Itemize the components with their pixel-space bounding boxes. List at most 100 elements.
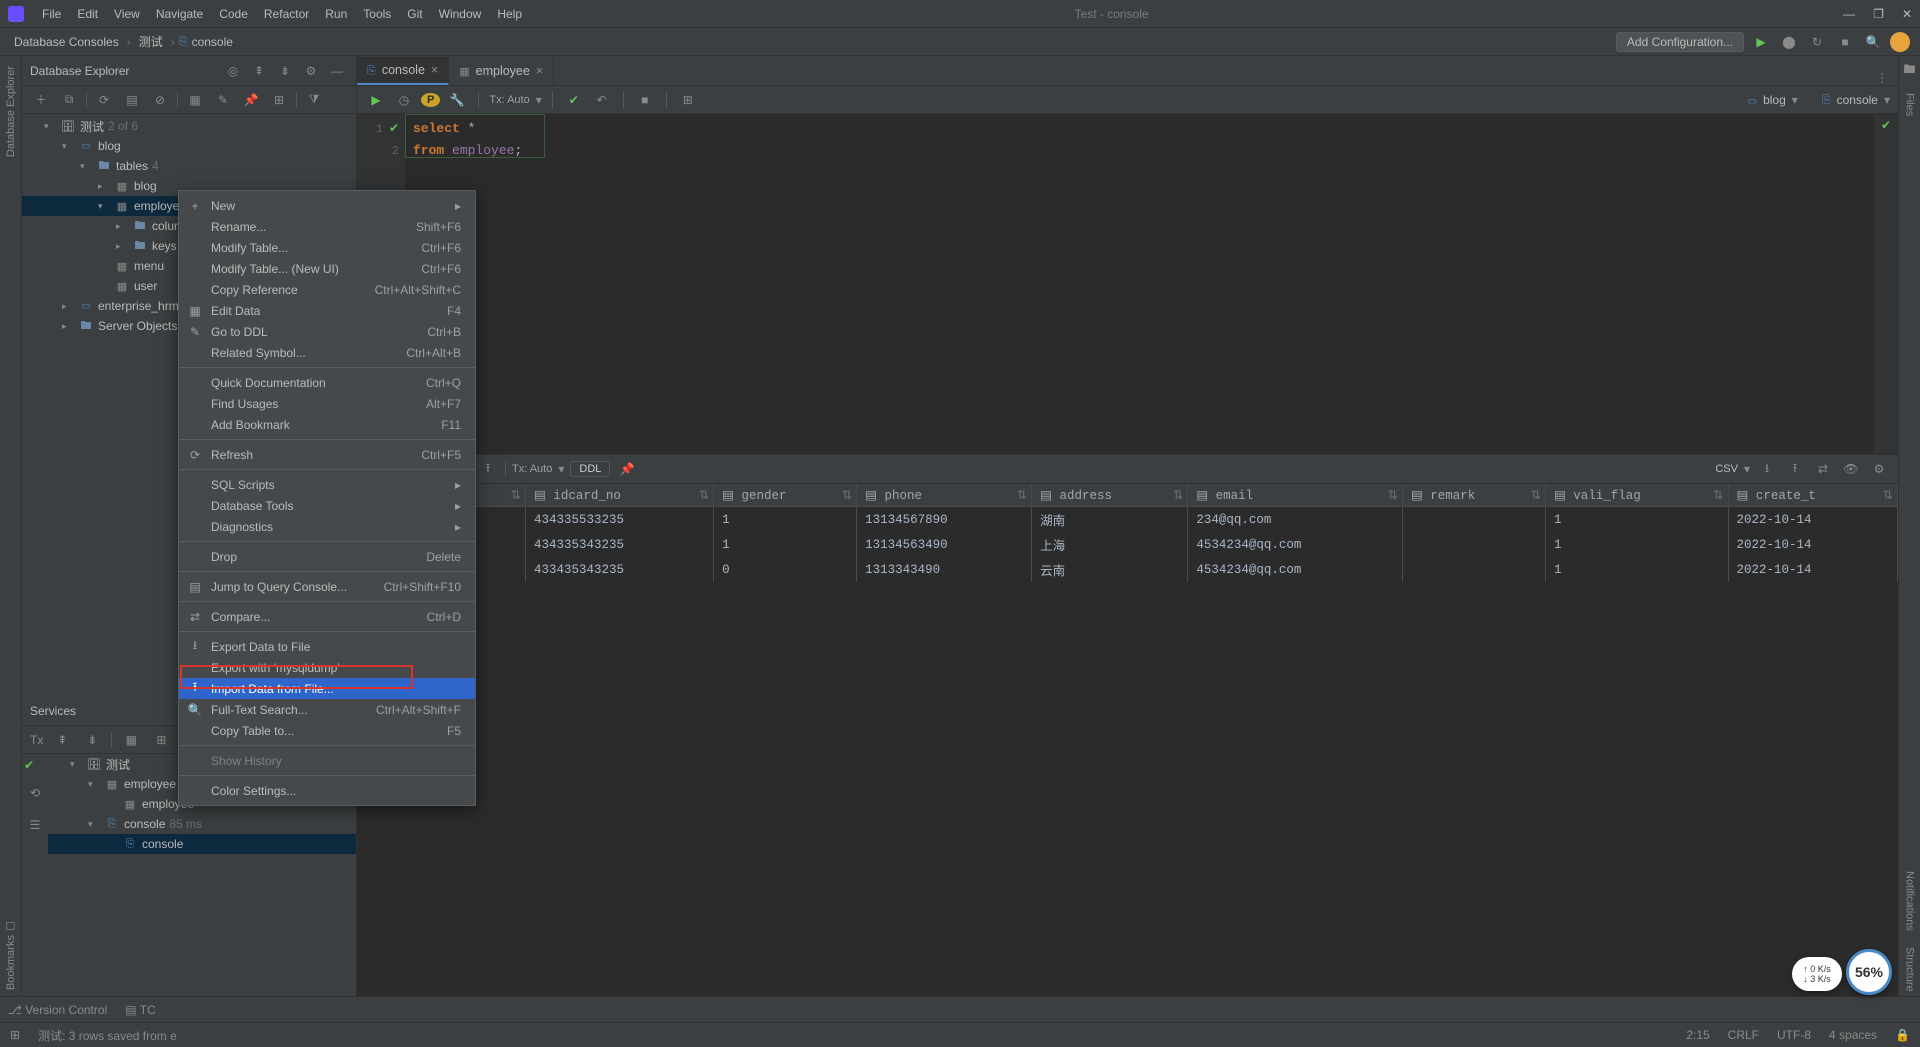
menu-code[interactable]: Code bbox=[211, 7, 256, 21]
menu-navigate[interactable]: Navigate bbox=[148, 7, 211, 21]
list-icon[interactable]: ☰ bbox=[24, 814, 46, 836]
debug-icon[interactable]: ⬤ bbox=[1778, 31, 1800, 53]
filter-icon[interactable]: ⧩ bbox=[303, 89, 325, 111]
inspection-ok-icon[interactable]: ✔ bbox=[1881, 118, 1891, 132]
menu-view[interactable]: View bbox=[106, 7, 148, 21]
tree-row[interactable]: console bbox=[48, 834, 356, 854]
add-icon[interactable]: ＋ bbox=[30, 89, 52, 111]
minimize-icon[interactable]: — bbox=[326, 60, 348, 82]
window-close-icon[interactable]: ✕ bbox=[1902, 7, 1912, 21]
menu-item[interactable]: Related Symbol...Ctrl+Alt+B bbox=[179, 342, 475, 363]
menu-item[interactable]: DropDelete bbox=[179, 546, 475, 567]
table-icon[interactable]: ▦ bbox=[184, 89, 206, 111]
menu-item[interactable]: +New▸ bbox=[179, 195, 475, 216]
code-editor[interactable]: 1✔ 2 select * from employee; ✔ bbox=[357, 114, 1898, 454]
expand-icon[interactable]: ⇞ bbox=[248, 60, 270, 82]
pin-icon[interactable]: 📌 bbox=[240, 89, 262, 111]
tab-console[interactable]: console × bbox=[357, 57, 449, 85]
stop-icon[interactable]: ■ bbox=[634, 89, 656, 111]
console-selector[interactable]: console bbox=[1837, 93, 1878, 107]
export-format[interactable]: CSV bbox=[1715, 463, 1738, 475]
tab-overflow-icon[interactable]: ⋮ bbox=[1866, 71, 1898, 85]
dropdown-icon[interactable]: ▾ bbox=[536, 93, 542, 107]
menu-item[interactable]: ▤Jump to Query Console...Ctrl+Shift+F10 bbox=[179, 576, 475, 597]
line-separator[interactable]: CRLF bbox=[1728, 1028, 1759, 1042]
disconnect-icon[interactable]: ⊘ bbox=[149, 89, 171, 111]
menu-item[interactable]: Modify Table...Ctrl+F6 bbox=[179, 237, 475, 258]
menu-item[interactable]: Find UsagesAlt+F7 bbox=[179, 393, 475, 414]
version-control-button[interactable]: ⎇ Version Control bbox=[8, 1003, 107, 1017]
collapse-icon[interactable]: ⇟ bbox=[274, 60, 296, 82]
menu-edit[interactable]: Edit bbox=[69, 7, 106, 21]
dropdown-icon[interactable]: ▾ bbox=[1792, 93, 1798, 107]
status-icon[interactable]: ⊞ bbox=[10, 1028, 20, 1042]
menu-item[interactable]: Copy ReferenceCtrl+Alt+Shift+C bbox=[179, 279, 475, 300]
tree-row[interactable]: ▾tables 4 bbox=[22, 156, 356, 176]
menu-item[interactable]: Add BookmarkF11 bbox=[179, 414, 475, 435]
files-icon[interactable]: 🖿 bbox=[1903, 60, 1915, 81]
cursor-position[interactable]: 2:15 bbox=[1686, 1028, 1709, 1042]
pin-icon[interactable]: 📌 bbox=[616, 458, 638, 480]
result-table[interactable]: ▤ emp_code⇅▤ idcard_no⇅▤ gender⇅▤ phone⇅… bbox=[357, 484, 1898, 996]
tx-mode[interactable]: Tx: Auto bbox=[489, 94, 529, 106]
svc-expand-icon[interactable]: ⇞ bbox=[51, 729, 73, 751]
result-tx-mode[interactable]: Tx: Auto bbox=[512, 463, 552, 475]
ddl-button[interactable]: DDL bbox=[570, 461, 610, 477]
menu-item[interactable]: SQL Scripts▸ bbox=[179, 474, 475, 495]
strip-database-explorer[interactable]: Database Explorer bbox=[5, 62, 17, 161]
crumb-2[interactable]: console bbox=[188, 35, 237, 49]
svc-grid-icon[interactable]: ▦ bbox=[120, 729, 142, 751]
compare-icon[interactable]: ⇄ bbox=[1812, 458, 1834, 480]
execute-icon[interactable]: ▶ bbox=[365, 89, 387, 111]
gear-icon[interactable]: ⚙ bbox=[1868, 458, 1890, 480]
menu-item[interactable]: Quick DocumentationCtrl+Q bbox=[179, 372, 475, 393]
stop-db-icon[interactable]: ▤ bbox=[121, 89, 143, 111]
menu-item[interactable]: ✎Go to DDLCtrl+B bbox=[179, 321, 475, 342]
restart-icon[interactable]: ⟲ bbox=[24, 782, 46, 804]
download-icon[interactable]: ⭳ bbox=[1756, 458, 1778, 480]
edit-icon[interactable]: ✎ bbox=[212, 89, 234, 111]
menu-item[interactable]: Diagnostics▸ bbox=[179, 516, 475, 537]
close-icon[interactable]: × bbox=[536, 64, 543, 78]
tree-row[interactable]: ▾blog bbox=[22, 136, 356, 156]
dropdown-icon[interactable]: ▾ bbox=[1884, 93, 1890, 107]
crumb-0[interactable]: Database Consoles bbox=[10, 35, 123, 49]
menu-item[interactable]: Rename...Shift+F6 bbox=[179, 216, 475, 237]
tab-employee[interactable]: employee × bbox=[449, 57, 554, 85]
menu-item[interactable]: Modify Table... (New UI)Ctrl+F6 bbox=[179, 258, 475, 279]
strip-notifications[interactable]: Notifications bbox=[1904, 867, 1916, 935]
commit-rows-icon[interactable]: ⭱ bbox=[477, 458, 499, 480]
stop-icon[interactable]: ■ bbox=[1834, 31, 1856, 53]
menu-item[interactable]: Copy Table to...F5 bbox=[179, 720, 475, 741]
menu-file[interactable]: File bbox=[34, 7, 69, 21]
context-menu[interactable]: +New▸Rename...Shift+F6Modify Table...Ctr… bbox=[178, 190, 476, 806]
menu-item[interactable]: Color Settings... bbox=[179, 780, 475, 801]
bookmarks-icon[interactable]: Bookmarks ☐ bbox=[4, 919, 17, 990]
upload-icon[interactable]: ⭱ bbox=[1784, 458, 1806, 480]
refresh-icon[interactable]: ⟳ bbox=[93, 89, 115, 111]
strip-structure[interactable]: Structure bbox=[1904, 943, 1916, 996]
indent[interactable]: 4 spaces bbox=[1829, 1028, 1877, 1042]
dropdown-icon[interactable]: ▾ bbox=[1744, 462, 1750, 476]
rerun-icon[interactable]: ↻ bbox=[1806, 31, 1828, 53]
dropdown-icon[interactable]: ▾ bbox=[558, 462, 564, 476]
eye-icon[interactable]: 👁 bbox=[1840, 458, 1862, 480]
close-icon[interactable]: × bbox=[431, 63, 438, 77]
target-icon[interactable]: ◎ bbox=[222, 60, 244, 82]
window-minimize-icon[interactable]: — bbox=[1843, 7, 1855, 21]
menu-item[interactable]: ▦Edit DataF4 bbox=[179, 300, 475, 321]
tc-button[interactable]: ▤ TC bbox=[125, 1003, 155, 1017]
svc-collapse-icon[interactable]: ⇟ bbox=[81, 729, 103, 751]
menu-item[interactable]: 🔍Full-Text Search...Ctrl+Alt+Shift+F bbox=[179, 699, 475, 720]
avatar[interactable] bbox=[1890, 32, 1910, 52]
duplicate-icon[interactable]: ⧉ bbox=[58, 89, 80, 111]
strip-files[interactable]: Files bbox=[1904, 89, 1916, 120]
menu-run[interactable]: Run bbox=[317, 7, 355, 21]
window-restore-icon[interactable]: ❐ bbox=[1873, 7, 1884, 21]
plan-icon[interactable]: P bbox=[421, 93, 440, 107]
menu-item[interactable]: Database Tools▸ bbox=[179, 495, 475, 516]
schema-selector[interactable]: blog bbox=[1763, 93, 1786, 107]
view-icon[interactable]: ⊞ bbox=[268, 89, 290, 111]
encoding[interactable]: UTF-8 bbox=[1777, 1028, 1811, 1042]
commit-icon[interactable]: ✔ bbox=[563, 89, 585, 111]
